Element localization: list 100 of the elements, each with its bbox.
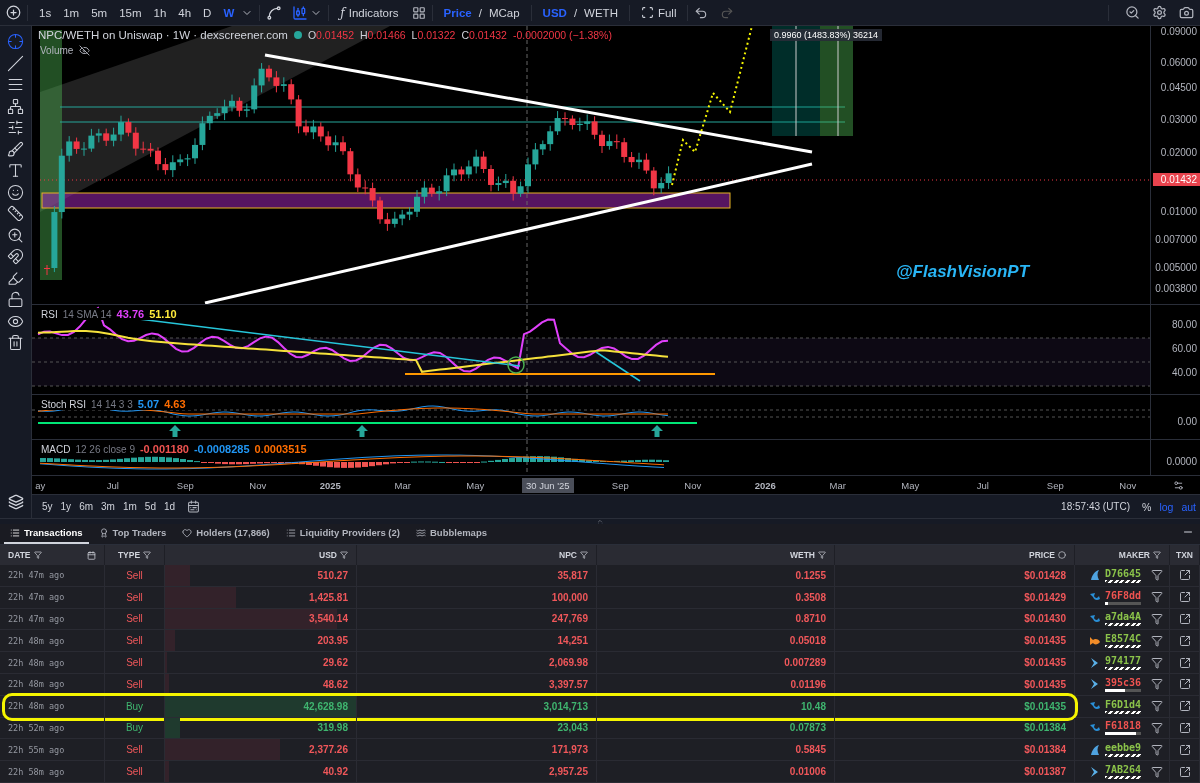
interval-button[interactable]: D [198,4,217,21]
panel-tab[interactable]: Bubblemaps [410,524,493,544]
filter-icon[interactable] [1151,678,1163,691]
trash-icon[interactable] [7,334,24,351]
price-tick: 0.01000 [1160,206,1197,217]
calendar-icon[interactable] [187,500,201,513]
ohlc-value: O0.01452 [307,29,354,41]
filter-icon[interactable] [1151,743,1163,756]
token-amount-cell: 100,000 [357,586,597,608]
external-link-icon[interactable] [1178,721,1191,734]
search-icon[interactable] [1125,5,1140,20]
maker-address[interactable]: 395c36 [1104,676,1141,688]
maker-address[interactable]: 7AB264 [1104,764,1141,776]
interval-button[interactable]: 15m [114,4,147,21]
maker-address[interactable]: E8574C [1104,633,1141,645]
filter-icon[interactable] [1151,656,1163,669]
external-link-icon[interactable] [1178,700,1191,713]
range-button[interactable]: 5d [140,499,160,514]
range-button[interactable]: 6m [75,499,98,514]
range-button[interactable]: 1m [118,499,141,514]
zoom-in-icon[interactable] [7,226,24,244]
brush-icon[interactable] [7,140,24,158]
indicators-button[interactable]: ƒ Indicators [335,3,404,22]
undo-icon[interactable] [694,5,709,20]
filter-icon[interactable] [1151,765,1163,778]
candlestick-icon[interactable] [292,4,309,21]
panel-tab[interactable]: Holders (17,866) [176,524,276,544]
settings-icon[interactable] [1152,5,1167,20]
settings-icon[interactable] [1173,479,1184,491]
filter-icon[interactable] [1151,591,1163,604]
hidden-icon[interactable] [79,45,91,56]
panel-tab[interactable]: Liquidity Providers (2) [279,524,406,544]
calendar-icon[interactable] [87,550,96,560]
medal-icon [98,527,109,538]
text-icon[interactable] [7,162,24,179]
ohlc-value: H0.01466 [360,29,406,41]
line-chart-icon[interactable] [266,4,283,21]
camera-icon[interactable] [1179,5,1194,20]
filter-icon[interactable] [1151,613,1163,625]
filter-icon[interactable] [1151,569,1163,582]
filter-icon[interactable] [1151,721,1163,734]
time-tick: ay [34,479,47,491]
weth-amount-cell: 0.07873 [597,717,835,739]
sliders-icon[interactable] [7,119,24,136]
maker-address[interactable]: 974177 [1104,655,1141,667]
toggle-option[interactable]: Price [438,4,477,21]
interval-button[interactable]: 4h [173,4,197,21]
external-link-icon[interactable] [1178,634,1191,647]
highlighter-icon[interactable] [7,269,24,287]
unlock-icon[interactable] [7,291,24,308]
toggle-option[interactable]: WETH [579,4,623,21]
scale-button[interactable]: aut [1177,498,1200,515]
date-cell: 22h 47m ago [0,586,105,608]
maker-address[interactable]: a7da4A [1104,611,1141,623]
interval-button[interactable]: 1m [58,4,85,21]
filter-icon[interactable] [1151,700,1163,713]
magnet-icon[interactable] [7,248,24,265]
external-link-icon[interactable] [1178,591,1191,604]
external-link-icon[interactable] [1178,613,1191,625]
time-tick: May [465,479,486,491]
maker-address[interactable]: 76F8dd [1104,589,1141,601]
interval-button[interactable]: 5m [86,4,113,21]
panel-tab[interactable]: Top Traders [92,524,173,544]
toggle-option[interactable]: MCap [483,4,525,21]
smile-icon[interactable] [7,183,24,201]
price-cell: $0.01430 [835,608,1075,630]
layout-grid-icon[interactable] [411,5,426,20]
filter-icon [143,551,152,559]
circle-icon [1058,551,1066,559]
filter-icon[interactable] [1151,634,1163,647]
range-button[interactable]: 5y [38,499,57,514]
maker-address[interactable]: D76645 [1104,567,1141,579]
external-link-icon[interactable] [1178,743,1191,756]
external-link-icon[interactable] [1178,656,1191,669]
scale-button[interactable]: % [1138,498,1156,515]
time-tick: Jul [975,479,990,491]
ohlc-value: L0.01322 [411,29,456,41]
range-button[interactable]: 1y [56,499,76,514]
range-button[interactable]: 1d [159,499,180,514]
toggle-option[interactable]: USD [537,4,572,21]
ruler-icon[interactable] [7,205,24,222]
scale-button[interactable]: log [1155,498,1178,515]
layers-icon[interactable] [7,494,24,510]
maker-address[interactable]: eebbe9 [1104,742,1141,754]
external-link-icon[interactable] [1178,678,1191,691]
external-link-icon[interactable] [1178,569,1191,582]
interval-button[interactable]: 1h [148,4,172,21]
interval-button[interactable]: 1s [34,4,57,21]
external-link-icon[interactable] [1178,765,1191,778]
add-icon[interactable] [6,5,21,20]
maker-address[interactable]: F61818 [1104,720,1141,732]
line-tool-icon[interactable] [7,54,24,72]
range-button[interactable]: 3m [97,499,119,514]
lines-icon[interactable] [7,76,24,93]
maker-address[interactable]: F6D1d4 [1104,698,1141,710]
crosshair-icon[interactable] [7,33,24,50]
resize-handle-icon[interactable] [596,519,604,527]
pattern-icon[interactable] [7,97,24,115]
fullscreen-button[interactable]: Full [635,4,682,21]
interval-button[interactable]: W [218,4,240,21]
